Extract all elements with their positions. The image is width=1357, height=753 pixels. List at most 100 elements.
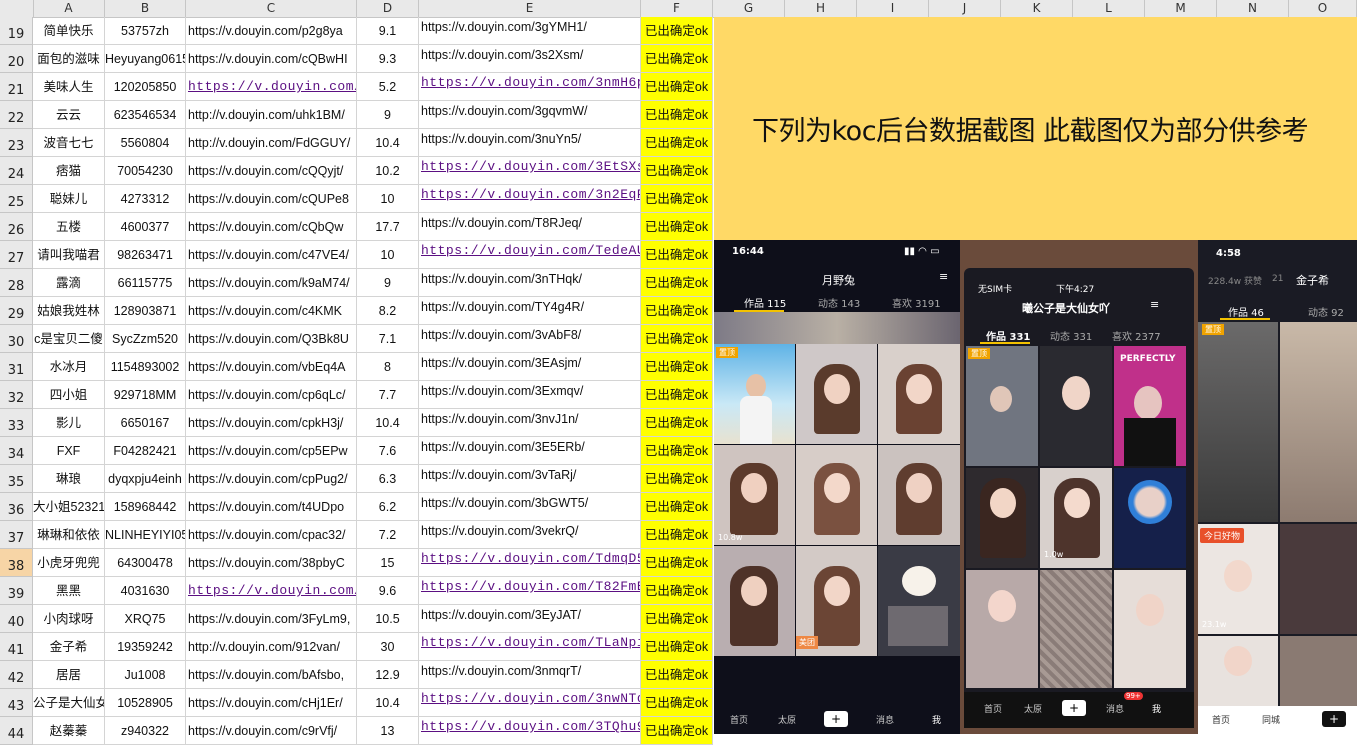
row-header[interactable]: 37: [0, 521, 33, 549]
row-header[interactable]: 40: [0, 605, 33, 633]
cell-b[interactable]: NLINHEYIYI05: [105, 521, 186, 549]
select-all-corner[interactable]: [0, 0, 34, 17]
column-header-k[interactable]: K: [1001, 0, 1073, 17]
cell-e[interactable]: https://v.douyin.com/3gqvmW/: [419, 101, 641, 129]
row-header[interactable]: 35: [0, 465, 33, 493]
cell-c[interactable]: https://v.douyin.com/cQUPe8: [186, 185, 357, 213]
cell-c[interactable]: https://v.douyin.com/c9rVfj/: [186, 717, 357, 745]
column-header-e[interactable]: E: [419, 0, 641, 17]
cell-f[interactable]: 已出确定ok: [641, 269, 713, 297]
cell-a[interactable]: 聪妹儿: [33, 185, 105, 213]
cell-f[interactable]: 已出确定ok: [641, 241, 713, 269]
cell-e[interactable]: https://v.douyin.com/T82FmE: [419, 577, 641, 605]
cell-d[interactable]: 13: [357, 717, 419, 745]
cell-b[interactable]: Heyuyang0615: [105, 45, 186, 73]
cell-a[interactable]: FXF: [33, 437, 105, 465]
row-header[interactable]: 21: [0, 73, 33, 101]
cell-f[interactable]: 已出确定ok: [641, 297, 713, 325]
cell-b[interactable]: 19359242: [105, 633, 186, 661]
cell-e[interactable]: https://v.douyin.com/3vAbF8/: [419, 325, 641, 353]
column-header-o[interactable]: O: [1289, 0, 1357, 17]
cell-f[interactable]: 已出确定ok: [641, 521, 713, 549]
cell-e[interactable]: https://v.douyin.com/TdmqD5: [419, 549, 641, 577]
cell-d[interactable]: 9.3: [357, 45, 419, 73]
cell-c[interactable]: https://v.douyin.com/: [186, 73, 357, 101]
cell-a[interactable]: 赵蓁蓁: [33, 717, 105, 745]
cell-c[interactable]: https://v.douyin.com/cpPug2/: [186, 465, 357, 493]
cell-a[interactable]: 简单快乐: [33, 17, 105, 45]
row-header[interactable]: 44: [0, 717, 33, 745]
cell-a[interactable]: 请叫我喵君: [33, 241, 105, 269]
cell-d[interactable]: 17.7: [357, 213, 419, 241]
cell-a[interactable]: 露滴: [33, 269, 105, 297]
cell-e[interactable]: https://v.douyin.com/3nmH6p: [419, 73, 641, 101]
cell-d[interactable]: 8.2: [357, 297, 419, 325]
column-header-f[interactable]: F: [641, 0, 713, 17]
cell-a[interactable]: 琳琳和依依: [33, 521, 105, 549]
cell-a[interactable]: 影儿: [33, 409, 105, 437]
cell-e[interactable]: https://v.douyin.com/3s2Xsm/: [419, 45, 641, 73]
cell-f[interactable]: 已出确定ok: [641, 129, 713, 157]
cell-c[interactable]: http://v.douyin.com/FdGGUY/: [186, 129, 357, 157]
cell-b[interactable]: 128903871: [105, 297, 186, 325]
cell-f[interactable]: 已出确定ok: [641, 185, 713, 213]
cell-b[interactable]: 4600377: [105, 213, 186, 241]
cell-e[interactable]: https://v.douyin.com/3nuYn5/: [419, 129, 641, 157]
cell-c[interactable]: https://v.douyin.com/k9aM74/: [186, 269, 357, 297]
cell-f[interactable]: 已出确定ok: [641, 213, 713, 241]
cell-b[interactable]: XRQ75: [105, 605, 186, 633]
cell-c[interactable]: https://v.douyin.com/: [186, 577, 357, 605]
cell-e[interactable]: https://v.douyin.com/3nwNTd: [419, 689, 641, 717]
row-header[interactable]: 32: [0, 381, 33, 409]
cell-e[interactable]: https://v.douyin.com/TY4g4R/: [419, 297, 641, 325]
cell-c[interactable]: https://v.douyin.com/Q3Bk8U: [186, 325, 357, 353]
cell-c[interactable]: https://v.douyin.com/vbEq4A: [186, 353, 357, 381]
cell-b[interactable]: 66115775: [105, 269, 186, 297]
cell-a[interactable]: 面包的滋味: [33, 45, 105, 73]
cell-f[interactable]: 已出确定ok: [641, 157, 713, 185]
cell-e[interactable]: https://v.douyin.com/3EAsjm/: [419, 353, 641, 381]
cell-c[interactable]: https://v.douyin.com/cpac32/: [186, 521, 357, 549]
cell-c[interactable]: https://v.douyin.com/cQBwHI: [186, 45, 357, 73]
cell-f[interactable]: 已出确定ok: [641, 493, 713, 521]
column-header-m[interactable]: M: [1145, 0, 1217, 17]
cell-c[interactable]: http://v.douyin.com/uhk1BM/: [186, 101, 357, 129]
cell-d[interactable]: 15: [357, 549, 419, 577]
cell-d[interactable]: 9: [357, 101, 419, 129]
cell-a[interactable]: 四小姐: [33, 381, 105, 409]
cell-e[interactable]: https://v.douyin.com/3nTHqk/: [419, 269, 641, 297]
row-header[interactable]: 39: [0, 577, 33, 605]
cell-b[interactable]: 5560804: [105, 129, 186, 157]
cell-c[interactable]: https://v.douyin.com/cpkH3j/: [186, 409, 357, 437]
cell-b[interactable]: 929718MM: [105, 381, 186, 409]
cell-a[interactable]: 美味人生: [33, 73, 105, 101]
cell-d[interactable]: 30: [357, 633, 419, 661]
column-header-i[interactable]: I: [857, 0, 929, 17]
cell-d[interactable]: 10: [357, 185, 419, 213]
row-header[interactable]: 24: [0, 157, 33, 185]
cell-e[interactable]: https://v.douyin.com/3nvJ1n/: [419, 409, 641, 437]
cell-c[interactable]: https://v.douyin.com/c4KMK: [186, 297, 357, 325]
cell-f[interactable]: 已出确定ok: [641, 577, 713, 605]
cell-d[interactable]: 7.2: [357, 521, 419, 549]
cell-c[interactable]: https://v.douyin.com/p2g8ya: [186, 17, 357, 45]
cell-f[interactable]: 已出确定ok: [641, 437, 713, 465]
cell-e[interactable]: https://v.douyin.com/3EtSXs: [419, 157, 641, 185]
cell-d[interactable]: 7.6: [357, 437, 419, 465]
cell-e[interactable]: https://v.douyin.com/TedeAU: [419, 241, 641, 269]
cell-a[interactable]: 黑黑: [33, 577, 105, 605]
cell-d[interactable]: 7.1: [357, 325, 419, 353]
cell-a[interactable]: 小肉球呀: [33, 605, 105, 633]
cell-f[interactable]: 已出确定ok: [641, 689, 713, 717]
row-header[interactable]: 19: [0, 17, 33, 45]
cell-b[interactable]: dyqxpju4einh: [105, 465, 186, 493]
cell-e[interactable]: https://v.douyin.com/3gYMH1/: [419, 17, 641, 45]
cell-f[interactable]: 已出确定ok: [641, 717, 713, 745]
cell-b[interactable]: SycZzm520: [105, 325, 186, 353]
cell-f[interactable]: 已出确定ok: [641, 353, 713, 381]
cell-c[interactable]: https://v.douyin.com/cp6qLc/: [186, 381, 357, 409]
column-header-j[interactable]: J: [929, 0, 1001, 17]
row-header[interactable]: 28: [0, 269, 33, 297]
cell-c[interactable]: https://v.douyin.com/cQQyjt/: [186, 157, 357, 185]
column-header-a[interactable]: A: [33, 0, 105, 17]
